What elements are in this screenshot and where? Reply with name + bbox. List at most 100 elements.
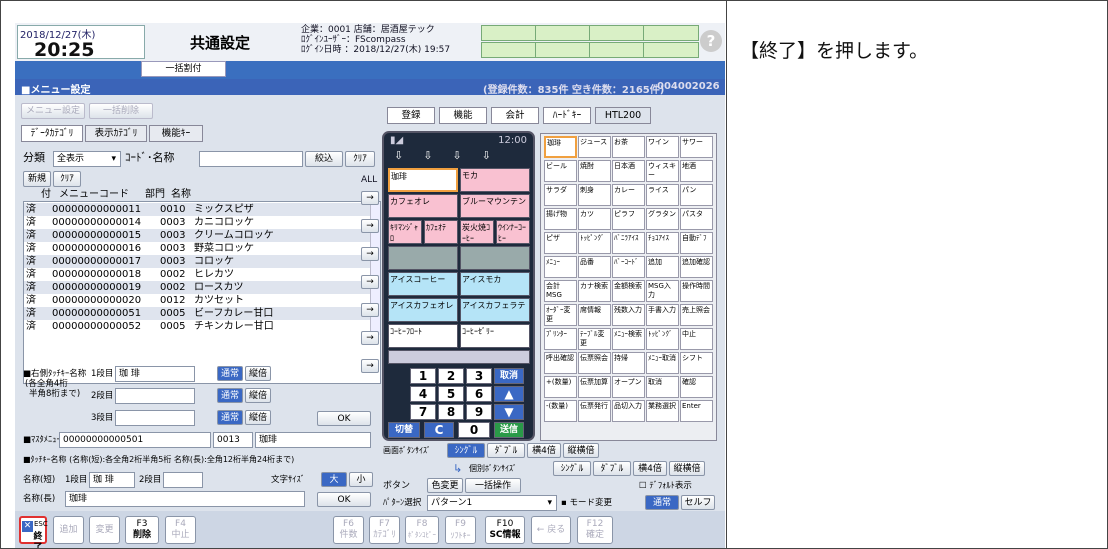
grid-key[interactable]: カツ bbox=[578, 208, 611, 230]
tab-accounting[interactable]: 会計 bbox=[491, 107, 539, 124]
num-key[interactable]: 7 bbox=[410, 404, 436, 420]
grid-key[interactable]: オープン bbox=[612, 376, 645, 398]
phone-key[interactable]: アイスカフェオレ bbox=[388, 298, 458, 322]
delete-button[interactable]: F3 削除 bbox=[125, 516, 159, 544]
button-copy-button[interactable]: F8 ﾎﾟﾀﾝｺﾋﾟｰ bbox=[405, 516, 439, 544]
grid-key[interactable]: 席情報 bbox=[578, 304, 611, 326]
sc-info-button[interactable]: F10 SC情報 bbox=[485, 516, 525, 544]
grid-key[interactable]: シフト bbox=[680, 352, 713, 374]
arrow-right-icon[interactable]: → bbox=[361, 247, 379, 261]
bulk-operation-button[interactable]: 一括操作 bbox=[465, 478, 521, 493]
num-key[interactable]: 8 bbox=[438, 404, 464, 420]
grid-key[interactable]: 刺身 bbox=[578, 184, 611, 206]
exit-button[interactable]: ✕ ESC 終了 bbox=[19, 516, 48, 548]
vertical-button[interactable]: 縦倍 bbox=[245, 410, 271, 425]
grid-key[interactable]: 追加 bbox=[646, 256, 679, 278]
tab-htl200[interactable]: HTL200 bbox=[595, 107, 651, 124]
grid-key[interactable]: MSG入力 bbox=[646, 280, 679, 302]
grid-key[interactable]: 金額検索 bbox=[612, 280, 645, 302]
phone-key[interactable]: 珈琲 bbox=[388, 168, 458, 192]
tab-register[interactable]: 登録 bbox=[387, 107, 435, 124]
num-key[interactable]: 5 bbox=[438, 386, 464, 402]
grid-key[interactable]: カナ検索 bbox=[578, 280, 611, 302]
table-row[interactable]: 済 00000000000016 0003 野菜コロッケ bbox=[24, 242, 370, 255]
num-key[interactable]: 1 bbox=[410, 368, 436, 384]
count-button[interactable]: F6 件数 bbox=[333, 516, 364, 544]
grid-key[interactable]: 操作時間 bbox=[680, 280, 713, 302]
bulk-delete-button[interactable]: 一括削除 bbox=[89, 103, 153, 119]
table-row[interactable]: 済 00000000000019 0002 ロースカツ bbox=[24, 281, 370, 294]
grid-key[interactable]: ウィスキー bbox=[646, 160, 679, 182]
down-arrow-icon[interactable]: ▼ bbox=[494, 404, 524, 420]
grid-key[interactable]: ワイン bbox=[646, 136, 679, 158]
single-size-button[interactable]: ｼﾝｸﾞﾙ bbox=[447, 443, 485, 458]
num-key[interactable]: 9 bbox=[466, 404, 492, 420]
mode-normal-button[interactable]: 通常 bbox=[645, 495, 679, 510]
h4-size-button[interactable]: 横4倍 bbox=[633, 461, 667, 476]
grid-key[interactable]: 珈琲 bbox=[544, 136, 577, 158]
num-key[interactable]: 3 bbox=[466, 368, 492, 384]
default-display-checkbox[interactable]: ☐ ﾃﾞﾌｫﾙﾄ表示 bbox=[639, 481, 692, 491]
grid-key[interactable]: グラタン bbox=[646, 208, 679, 230]
grid-key[interactable]: 会計MSG bbox=[544, 280, 577, 302]
grid-key[interactable]: 手書入力 bbox=[646, 304, 679, 326]
grid-key[interactable]: 自動ﾃﾞﾌ bbox=[680, 232, 713, 254]
grid-key[interactable]: ｵｰﾀﾞｰ変更 bbox=[544, 304, 577, 326]
arrow-right-icon[interactable]: → bbox=[361, 331, 379, 345]
grid-key[interactable]: ﾒﾆｭｰ取消 bbox=[646, 352, 679, 374]
change-button[interactable]: 変更 bbox=[89, 516, 120, 544]
grid-key[interactable]: 追加確認 bbox=[680, 256, 713, 278]
grid-key[interactable]: ﾊﾞﾆﾗｱｲｽ bbox=[612, 232, 645, 254]
num-key[interactable]: 6 bbox=[466, 386, 492, 402]
arrow-right-icon[interactable]: → bbox=[361, 191, 379, 205]
tab-bulk-assign[interactable]: 一括割付 bbox=[141, 61, 226, 77]
size-large-button[interactable]: 大 bbox=[321, 472, 347, 487]
phone-key[interactable]: ブルーマウンテン bbox=[460, 194, 530, 218]
phone-key[interactable]: カフェオレ bbox=[388, 194, 458, 218]
arrow-right-icon[interactable]: → bbox=[361, 303, 379, 317]
mode-self-button[interactable]: セルフ bbox=[681, 495, 715, 510]
grid-key[interactable]: ﾃｰﾌﾞﾙ変更 bbox=[578, 328, 611, 350]
arrow-right-icon[interactable]: → bbox=[361, 275, 379, 289]
clear-button[interactable]: ｸﾘｱ bbox=[345, 151, 375, 167]
tab-display-category[interactable]: 表示ｶﾃｺﾞﾘ bbox=[85, 125, 147, 142]
vh-size-button[interactable]: 縦横倍 bbox=[563, 443, 599, 458]
phone-key[interactable]: ｳｲﾝﾅｰｺｰﾋｰ bbox=[496, 220, 530, 244]
grid-key[interactable]: ビール bbox=[544, 160, 577, 182]
pattern-select[interactable]: パターン1 ▾ bbox=[427, 495, 557, 511]
stop-button[interactable]: F4 中止 bbox=[165, 516, 196, 544]
grid-key[interactable]: ﾌﾟﾘﾝﾀｰ bbox=[544, 328, 577, 350]
num-key[interactable]: 0 bbox=[458, 422, 490, 438]
num-key[interactable]: 2 bbox=[438, 368, 464, 384]
grid-key[interactable]: ﾄｯﾋﾟﾝｸﾞ bbox=[578, 232, 611, 254]
single-size-button[interactable]: ｼﾝｸﾞﾙ bbox=[553, 461, 591, 476]
grid-key[interactable]: 日本酒 bbox=[612, 160, 645, 182]
clear-sort-button[interactable]: ｸﾘｱ bbox=[53, 171, 81, 187]
ok-button[interactable]: OK bbox=[317, 492, 371, 507]
phone-key[interactable]: ｶﾌｪｵﾃ bbox=[424, 220, 458, 244]
switch-key[interactable]: 切替 bbox=[388, 422, 420, 438]
new-button[interactable]: 新規 bbox=[23, 171, 51, 187]
vertical-button[interactable]: 縦倍 bbox=[245, 388, 271, 403]
grid-key[interactable]: 売上照会 bbox=[680, 304, 713, 326]
grid-key[interactable]: 品切入力 bbox=[612, 400, 645, 422]
normal-button[interactable]: 通常 bbox=[217, 410, 243, 425]
phone-key[interactable]: モカ bbox=[460, 168, 530, 192]
category-button[interactable]: F7 ｶﾃｺﾞﾘ bbox=[369, 516, 400, 544]
table-row[interactable]: 済 00000000000014 0003 カニコロッケ bbox=[24, 216, 370, 229]
phone-key[interactable]: ｺｰﾋｰﾌﾛｰﾄ bbox=[388, 324, 458, 348]
narrow-button[interactable]: 絞込 bbox=[305, 151, 343, 167]
grid-key[interactable]: 焼酎 bbox=[578, 160, 611, 182]
vertical-button[interactable]: 縦倍 bbox=[245, 366, 271, 381]
size-small-button[interactable]: 小 bbox=[349, 472, 373, 487]
short-name-input-2[interactable] bbox=[163, 472, 203, 488]
phone-key[interactable]: 炭火焼ｺｰﾋｰ bbox=[460, 220, 494, 244]
grid-key[interactable]: 呼出確認 bbox=[544, 352, 577, 374]
double-size-button[interactable]: ﾀﾞﾌﾞﾙ bbox=[487, 443, 525, 458]
grid-key[interactable]: 取消 bbox=[646, 376, 679, 398]
clear-key[interactable]: C bbox=[424, 422, 454, 438]
grid-key[interactable]: 揚げ物 bbox=[544, 208, 577, 230]
phone-key[interactable]: ｷﾘﾏﾝｼﾞｬﾛ bbox=[388, 220, 422, 244]
back-button[interactable]: ← 戻る bbox=[531, 516, 571, 544]
normal-button[interactable]: 通常 bbox=[217, 388, 243, 403]
